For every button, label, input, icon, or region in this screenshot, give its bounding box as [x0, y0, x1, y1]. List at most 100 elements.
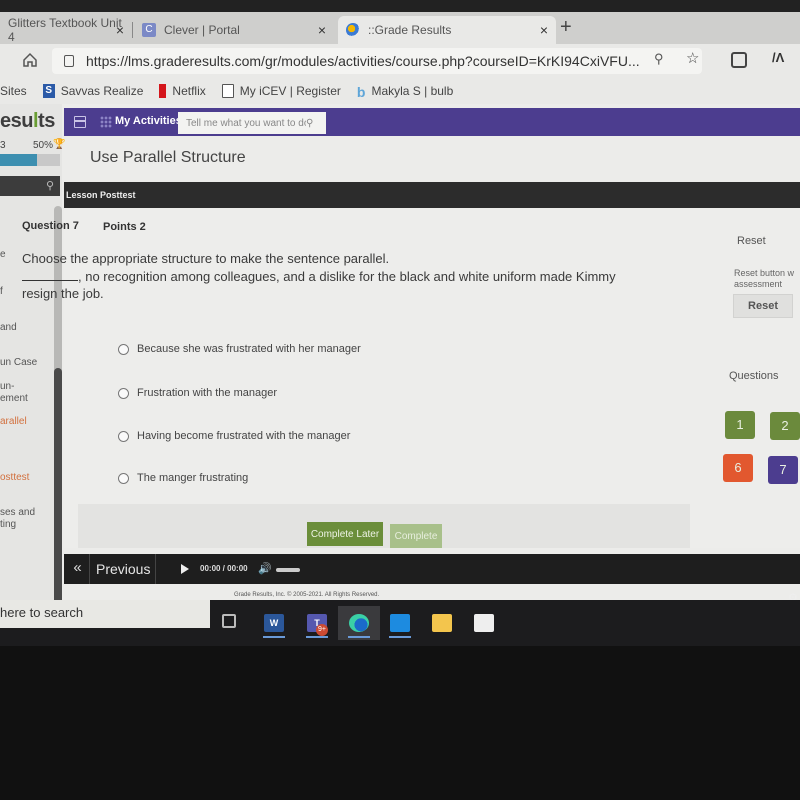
savvas-icon: S [42, 84, 55, 98]
page-title: Use Parallel Structure [90, 149, 246, 166]
new-tab-button[interactable]: + [560, 16, 572, 39]
apps-grid-icon[interactable] [100, 116, 112, 128]
bookmark-label: Sites [0, 84, 27, 98]
close-tab-icon[interactable]: × [540, 22, 548, 38]
scrollbar-thumb[interactable] [54, 368, 62, 636]
sidebar-search[interactable]: ⚲ [0, 176, 60, 196]
option-label: Frustration with the manager [137, 387, 278, 399]
sidebar-item[interactable]: and [0, 322, 17, 334]
double-chevron-left-icon[interactable]: « [66, 554, 90, 584]
monitor-bezel-bottom [0, 646, 800, 800]
lesson-label: Lesson Posttest [66, 190, 136, 200]
document-icon [221, 84, 234, 98]
question-points: Points 2 [103, 221, 146, 233]
url-field[interactable]: https://lms.graderesults.com/gr/modules/… [52, 48, 702, 74]
sidebar-item[interactable]: f [0, 286, 3, 298]
close-tab-icon[interactable]: × [318, 22, 326, 38]
question-prompt: Choose the appropriate structure to make… [22, 251, 390, 266]
answer-option[interactable]: Frustration with the manager [118, 387, 277, 399]
mail-icon[interactable] [390, 614, 410, 632]
question-nav-6[interactable]: 6 [723, 454, 753, 482]
bookmark-savvas-realize[interactable]: S Savvas Realize [42, 84, 143, 98]
answer-option[interactable]: Having become frustrated with the manage… [118, 430, 350, 442]
sidebar-item-parallel[interactable]: arallel [0, 416, 27, 428]
edge-icon[interactable] [349, 614, 369, 632]
lesson-bar: Lesson Posttest [64, 182, 800, 208]
bookmark-netflix[interactable]: Netflix [159, 84, 206, 98]
grade-results-icon [346, 23, 360, 37]
zoom-out-icon[interactable]: ⚲ [654, 51, 664, 67]
option-label: The manger frustrating [137, 472, 249, 484]
tell-me-search[interactable]: ⚲ [178, 112, 326, 134]
tab-glitters-textbook[interactable]: Glitters Textbook Unit 4 × [0, 16, 132, 44]
bookmark-my-icev[interactable]: My iCEV | Register [221, 84, 341, 98]
sidebar-item[interactable]: un- [0, 381, 14, 393]
radio-button[interactable] [118, 430, 129, 442]
running-indicator [306, 636, 328, 638]
home-icon[interactable] [22, 52, 38, 68]
url-text: https://lms.graderesults.com/gr/modules/… [86, 53, 640, 69]
radio-button[interactable] [118, 343, 129, 355]
search-icon[interactable]: ⚲ [46, 179, 54, 192]
clever-icon: C [142, 23, 156, 37]
lesson-sidebar: esults 3 50% 🏆 ⚲ e f and un Case un- eme… [0, 104, 66, 636]
sidebar-item[interactable]: un Case [0, 357, 37, 369]
top-navigation: My Activities ⚲ [64, 108, 800, 136]
reset-button[interactable]: Reset [733, 294, 793, 318]
sidebar-item-posttest[interactable]: osttest [0, 472, 29, 484]
store-icon[interactable] [474, 614, 494, 632]
extension-icon[interactable] [731, 52, 747, 68]
previous-button[interactable]: Previous [90, 554, 156, 584]
add-favorite-icon[interactable]: ☆ [686, 49, 699, 67]
sentence-text: , no recognition among colleagues, and a… [22, 269, 616, 301]
running-indicator [348, 636, 370, 638]
question-nav-7[interactable]: 7 [768, 456, 798, 484]
profile-extension-icon[interactable]: /Λ [772, 50, 784, 65]
complete-button[interactable]: Complete [390, 524, 442, 548]
answer-option[interactable]: Because she was frustrated with her mana… [118, 343, 361, 355]
lock-icon [64, 55, 74, 67]
bookmark-label: Makyla S | bulb [371, 84, 454, 98]
tell-me-input[interactable] [186, 117, 306, 129]
sidebar-item[interactable]: ement [0, 393, 28, 405]
sidebar-item[interactable]: ting [0, 519, 16, 531]
complete-later-button[interactable]: Complete Later [307, 522, 383, 546]
questions-heading: Questions [729, 370, 779, 382]
option-label: Having become frustrated with the manage… [137, 430, 351, 442]
question-nav-1[interactable]: 1 [725, 411, 755, 439]
tab-clever-portal[interactable]: C Clever | Portal × [132, 16, 334, 44]
trophy-icon: 🏆 [53, 139, 66, 150]
windows-taskbar: here to search W T 9+ [0, 600, 800, 646]
running-indicator [389, 636, 411, 638]
bookmark-bulb[interactable]: b Makyla S | bulb [356, 84, 454, 100]
close-tab-icon[interactable]: × [116, 22, 124, 38]
radio-button[interactable] [118, 472, 129, 484]
menu-icon[interactable] [74, 116, 86, 128]
browser-tab-bar: Glitters Textbook Unit 4 × C Clever | Po… [0, 12, 800, 44]
file-explorer-icon[interactable] [432, 614, 452, 632]
my-activities-link[interactable]: My Activities [115, 115, 182, 127]
audio-time: 00:00 / 00:00 [200, 564, 248, 573]
bookmarks-bar: Sites S Savvas Realize Netflix My iCEV | … [0, 78, 800, 104]
tab-grade-results[interactable]: ::Grade Results × [338, 16, 556, 44]
bookmark-sites[interactable]: Sites [0, 84, 27, 98]
task-view-icon[interactable] [222, 614, 236, 628]
monitor-bezel [0, 0, 800, 12]
volume-icon[interactable]: 🔊 [258, 562, 272, 575]
radio-button[interactable] [118, 387, 129, 399]
copyright-text: Grade Results, Inc. © 2005-2021. All Rig… [234, 592, 380, 598]
progress-count: 3 [0, 140, 6, 151]
reset-heading: Reset [737, 235, 766, 247]
question-nav-2[interactable]: 2 [770, 412, 800, 440]
navigation-player-bar: « Previous 00:00 / 00:00 🔊 [64, 554, 800, 584]
sidebar-item[interactable]: e [0, 249, 6, 261]
taskbar-search[interactable]: here to search [0, 600, 210, 628]
answer-option[interactable]: The manger frustrating [118, 472, 248, 484]
sidebar-item[interactable]: ses and [0, 507, 35, 519]
word-icon[interactable]: W [264, 614, 284, 632]
search-icon[interactable]: ⚲ [306, 118, 313, 129]
volume-slider[interactable] [276, 568, 300, 572]
play-icon[interactable] [181, 564, 189, 574]
bulb-icon: b [356, 84, 366, 100]
question-sentence: , no recognition among colleagues, and a… [22, 268, 642, 302]
